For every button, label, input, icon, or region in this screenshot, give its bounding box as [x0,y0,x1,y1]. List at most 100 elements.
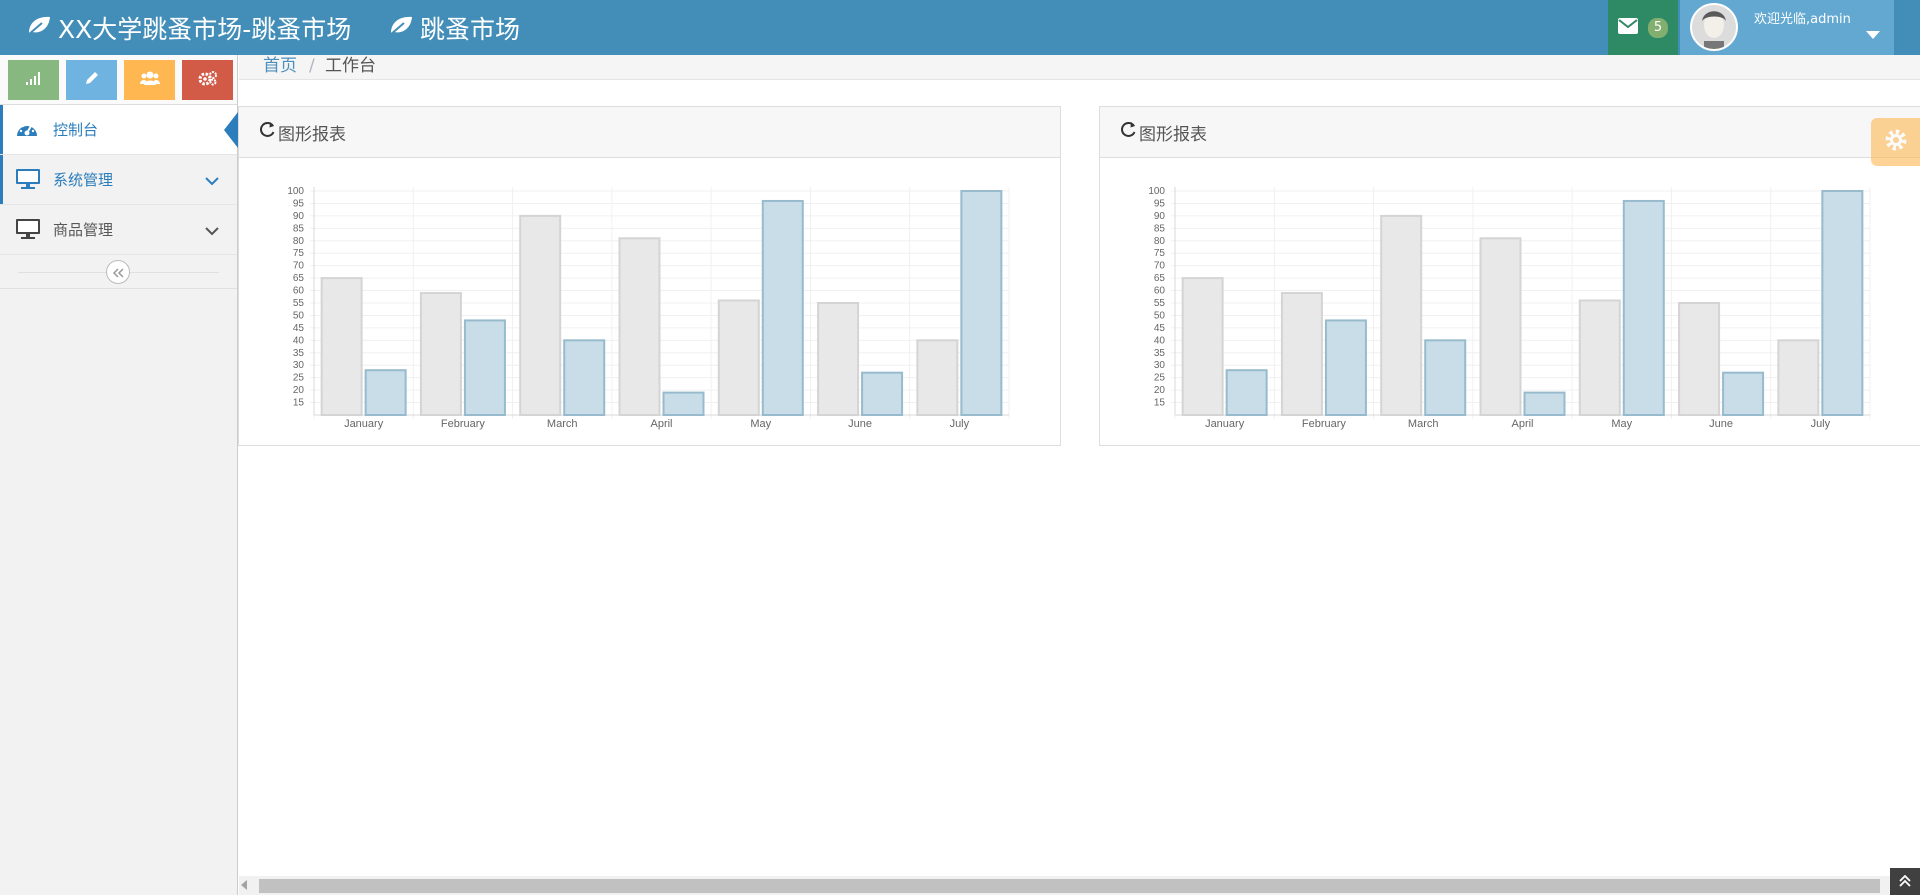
shortcut-pencil-button[interactable] [66,59,117,100]
sidebar-collapse-row [0,255,237,289]
y-tick-label: 55 [1154,298,1166,309]
leaf-icon [388,13,420,42]
desktop-icon [15,218,41,244]
brand-primary-text: XX大学跳蚤市场-跳蚤市场 [58,14,352,44]
x-tick-label: July [950,418,970,430]
x-tick-label: May [1611,418,1632,430]
chart-bar [1622,199,1665,417]
refresh-icon[interactable] [259,121,278,143]
sidebar-item-system-management[interactable]: 系统管理 [0,155,237,205]
y-tick-label: 25 [293,373,305,384]
shortcut-cogs-button[interactable] [182,59,233,100]
messages-button[interactable]: 5 [1608,0,1678,55]
chart-bar [618,237,661,416]
brand-secondary-link[interactable]: 跳蚤市场 [388,0,520,55]
chart-bar [1578,299,1621,416]
chart-bar [916,339,959,416]
y-tick-label: 90 [293,211,305,222]
breadcrumb-home-link[interactable]: 首页 [263,55,297,77]
envelope-icon [1618,17,1638,38]
y-tick-label: 45 [293,323,305,334]
sidebar-item-label: 控制台 [53,121,99,139]
x-tick-label: March [547,418,578,430]
chart-bar [960,190,1003,416]
y-tick-label: 100 [287,186,304,197]
x-tick-label: July [1811,418,1831,430]
widget-title: 图形报表 [278,124,346,145]
breadcrumb-current: 工作台 [325,56,376,76]
y-tick-label: 70 [1154,261,1166,272]
brand-link[interactable]: XX大学跳蚤市场-跳蚤市场 [26,0,351,55]
y-tick-label: 60 [1154,286,1166,297]
x-tick-label: April [650,418,672,430]
welcome-text: 欢迎光临,admin [1754,12,1851,27]
y-tick-label: 85 [1154,223,1166,234]
x-tick-label: February [1302,418,1347,430]
chevron-down-icon [205,172,219,190]
brand-secondary-text: 跳蚤市场 [420,14,521,44]
y-tick-label: 100 [1148,186,1165,197]
y-tick-label: 20 [293,385,305,396]
chart-bar [519,214,562,417]
settings-button[interactable] [1871,118,1920,166]
shortcut-users-button[interactable] [124,59,175,100]
chart-bar [563,339,606,416]
sidebar: 控制台 系统管理 商品管理 [0,55,238,895]
bar-chart: 15 2025 3035 4045 505560 6570 7580 8590 95100 Jan… [287,186,1010,430]
avatar [1690,3,1738,51]
chart-bar [1324,319,1367,416]
y-tick-label: 95 [1154,198,1166,209]
chevron-down-icon [205,222,219,240]
x-tick-label: January [1205,418,1245,430]
chart-bar [1479,237,1522,416]
chart-bar [1424,339,1467,416]
back-to-top-button[interactable] [1890,868,1920,895]
sidebar-item-goods-management[interactable]: 商品管理 [0,205,237,255]
breadcrumb: 首页 / 工作台 [239,55,1920,80]
widget-header: 图形报表 [1100,107,1920,158]
double-angle-left-icon [112,263,124,282]
y-tick-label: 60 [293,286,305,297]
y-tick-label: 35 [293,348,305,359]
y-tick-label: 20 [1154,385,1166,396]
chart-bar [662,391,705,417]
leaf-icon [26,13,58,42]
y-tick-label: 80 [293,236,305,247]
y-tick-label: 70 [293,261,305,272]
chart-bar [1821,190,1864,416]
chart-bar [320,277,363,416]
x-tick-label: January [344,418,384,430]
y-tick-label: 15 [293,398,305,409]
sidebar-collapse-button[interactable] [106,260,130,284]
refresh-icon[interactable] [1120,121,1139,143]
sidebar-shortcuts [0,55,237,105]
y-tick-label: 30 [1154,360,1166,371]
y-tick-label: 25 [1154,373,1166,384]
chart-bar [1523,391,1566,417]
shortcut-signal-button[interactable] [8,59,59,100]
horizontal-scrollbar[interactable] [239,876,1890,895]
y-tick-label: 30 [293,360,305,371]
y-tick-label: 45 [1154,323,1166,334]
chart-bar [1777,339,1820,416]
scrollbar-thumb[interactable] [259,879,1880,893]
caret-down-icon [1866,24,1880,43]
cogs-icon [198,70,218,90]
chart-bar [817,302,860,416]
chart-bar [717,299,760,416]
breadcrumb-separator: / [309,56,315,76]
scroll-left-arrow[interactable] [241,880,247,890]
y-tick-label: 75 [293,248,305,259]
widget-header: 图形报表 [239,107,1060,158]
y-tick-label: 90 [1154,211,1166,222]
sidebar-item-dashboard[interactable]: 控制台 [0,105,238,155]
dashboard-icon [15,118,39,142]
y-tick-label: 85 [293,223,305,234]
user-menu-button[interactable]: 欢迎光临,admin [1680,0,1894,55]
sidebar-item-label: 商品管理 [53,221,114,239]
chart-widget-left: 图形报表 15 20 25 30 35 40 45 50 55 60 65 70 75 80 85 90 95 1… [238,106,1061,446]
x-tick-label: May [750,418,771,430]
chart-bar [1181,277,1224,416]
chart-bar [761,199,804,417]
chart-bar [861,371,904,416]
